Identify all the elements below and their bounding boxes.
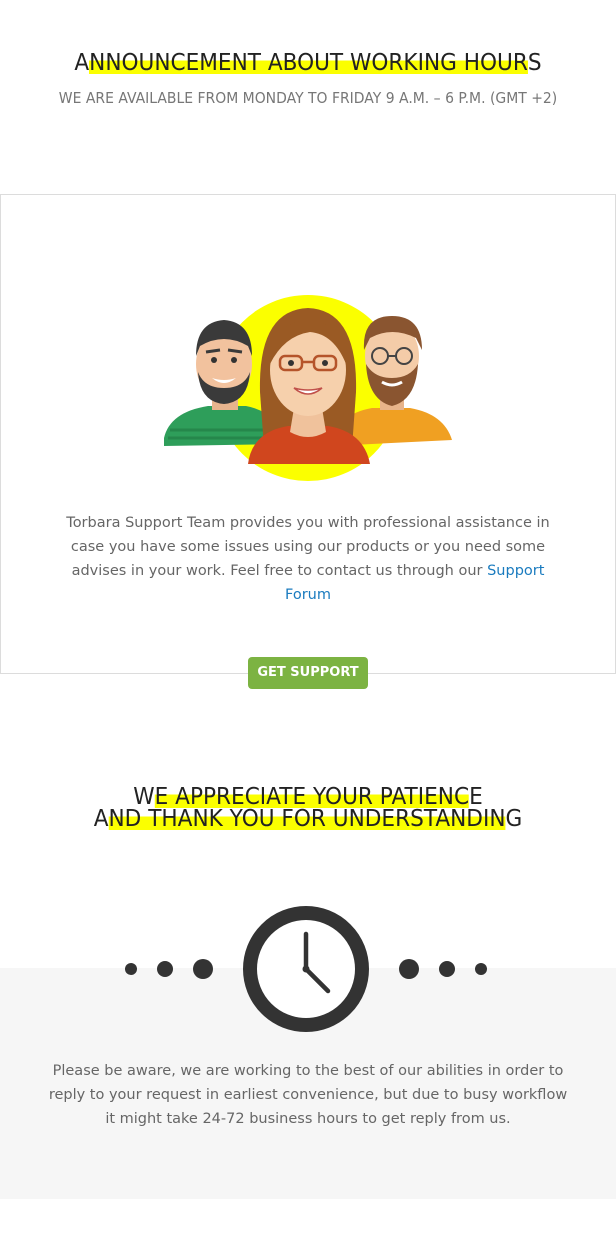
announcement-title-first: A <box>74 50 90 76</box>
dot-left-small <box>125 963 137 975</box>
waiting-notice: Please be aware, we are working to the b… <box>48 1063 568 1127</box>
dot-right-small <box>475 963 487 975</box>
support-description-text: Torbara Support Team provides you with p… <box>66 515 550 579</box>
thanks-title-line-2: AND THANK YOU FOR UNDERSTANDING <box>18 806 597 832</box>
thanks-line-2-highlight: ND THANK YOU FOR UNDERSTANDIN <box>108 806 506 832</box>
dot-right-medium <box>439 961 455 977</box>
dot-left-large <box>193 959 213 979</box>
support-team-illustration <box>164 295 452 481</box>
dot-left-medium <box>157 961 173 977</box>
working-hours-subtitle: WE ARE AVAILABLE FROM MONDAY TO FRIDAY 9… <box>58 89 558 107</box>
dot-right-large <box>399 959 419 979</box>
get-support-button[interactable]: GET SUPPORT <box>248 657 368 689</box>
thanks-title: WE APPRECIATE YOUR PATIENCE AND THANK YO… <box>18 784 597 832</box>
thanks-line-2-first: A <box>93 806 109 832</box>
announcement-title: ANNOUNCEMENT ABOUT WORKING HOURS <box>18 48 597 78</box>
thanks-line-2-last: G <box>505 806 523 832</box>
clock-row <box>125 906 487 1032</box>
support-description: Torbara Support Team provides you with p… <box>58 511 558 607</box>
clock-icon <box>243 906 369 1032</box>
thanks-title-line-1: WE APPRECIATE YOUR PATIENCE <box>18 784 597 810</box>
announcement-title-last: S <box>527 50 542 76</box>
announcement-title-highlight: NNOUNCEMENT ABOUT WORKING HOUR <box>89 50 528 76</box>
